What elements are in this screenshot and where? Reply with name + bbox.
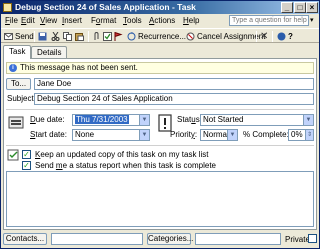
menu-insert[interactable]: Insert [62, 16, 82, 25]
bottom-bar: Contacts... Categories... Private [1, 231, 319, 248]
categories-field[interactable] [195, 233, 281, 245]
cut-button[interactable] [51, 31, 62, 42]
tab-task[interactable]: Task [3, 45, 32, 59]
priority-label: Priority: [170, 130, 198, 139]
assign-task-button[interactable] [103, 31, 114, 42]
status-select[interactable]: Not Started ▼ [200, 114, 314, 126]
start-date-value: None [75, 130, 95, 139]
priority-select[interactable]: Normal ▼ [200, 129, 238, 141]
due-date-value: Thu 7/31/2003 [75, 115, 129, 124]
menu-edit[interactable]: Edit [21, 16, 35, 25]
keep-copy-label: Keep an updated copy of this task on my … [35, 150, 209, 159]
close-button[interactable]: × [306, 2, 318, 13]
subject-label: Subject: [7, 94, 36, 103]
save-button[interactable] [38, 31, 49, 42]
flag-icon [114, 32, 123, 41]
follow-up-button[interactable] [114, 31, 125, 42]
toolbar-separator [272, 31, 273, 42]
to-button[interactable]: To... [6, 78, 31, 90]
task-request-icon [7, 149, 19, 161]
status-value: Not Started [203, 115, 244, 124]
toolbar-separator [34, 31, 35, 42]
recurrence-label: Recurrence... [138, 32, 187, 41]
menu-help[interactable]: Help [183, 16, 199, 25]
send-label: Send [15, 32, 34, 41]
due-date-field[interactable]: Thu 7/31/2003 ▼ [72, 114, 150, 126]
copy-icon [63, 32, 72, 41]
contacts-button[interactable]: Contacts... [3, 233, 47, 245]
notes-textarea[interactable] [6, 171, 314, 227]
menu-actions[interactable]: Actions [149, 16, 175, 25]
toolbar-separator [256, 31, 257, 42]
assign-task-icon [103, 32, 112, 41]
to-field[interactable]: Jane Doe [34, 78, 314, 90]
recurrence-icon [127, 32, 136, 41]
percent-complete-label: % Complete: [243, 130, 289, 139]
status-dropdown-icon[interactable]: ▼ [303, 115, 313, 125]
task-clipboard-icon [8, 116, 24, 129]
recurrence-button[interactable]: Recurrence... [127, 31, 186, 42]
paperclip-icon [94, 32, 99, 40]
keep-copy-checkbox[interactable]: ✓ [22, 150, 31, 159]
info-message: This message has not been sent. [20, 63, 138, 72]
status-label: Status: [177, 115, 202, 124]
info-icon: i [9, 64, 17, 72]
menu-format[interactable]: Format [91, 16, 116, 25]
help-search-input[interactable]: Type a question for help [229, 15, 309, 26]
private-checkbox[interactable] [308, 234, 317, 243]
status-report-checkbox[interactable]: ✓ [22, 161, 31, 170]
percent-complete-spinner-icon[interactable]: ⇕ [305, 130, 313, 140]
paste-icon [75, 33, 84, 41]
percent-complete-value: 0% [291, 130, 303, 139]
categories-button[interactable]: Categories... [147, 233, 193, 245]
toolbar-separator [88, 31, 89, 42]
paste-button[interactable] [75, 31, 86, 42]
divider [6, 145, 314, 146]
minimize-button[interactable]: _ [281, 2, 293, 13]
subject-field[interactable]: Debug Section 24 of Sales Application [34, 93, 314, 105]
toolbar: Send Recurrence... Cancel Assignment ✕ ? [1, 28, 319, 43]
send-icon [4, 33, 13, 40]
send-button[interactable]: Send [4, 31, 34, 42]
task-panel: i This message has not been sent. To... … [3, 58, 317, 230]
delete-button[interactable]: ✕ [260, 31, 268, 42]
priority-value: Normal [203, 130, 229, 139]
attach-button[interactable] [92, 31, 103, 42]
help-button[interactable]: ? [277, 31, 293, 42]
help-button-label: ? [288, 32, 293, 41]
maximize-button[interactable]: □ [294, 2, 306, 13]
menu-tools[interactable]: Tools [123, 16, 142, 25]
tab-details[interactable]: Details [31, 46, 68, 58]
due-date-dropdown-icon[interactable]: ▼ [139, 115, 149, 125]
private-label: Private [285, 235, 310, 244]
task-app-icon [3, 3, 12, 12]
contacts-field[interactable] [51, 233, 143, 245]
start-date-label: Start date: [30, 130, 67, 139]
menu-bar: File Edit View Insert Format Tools Actio… [1, 15, 319, 27]
task-window: Debug Section 24 of Sales Application - … [0, 0, 320, 249]
start-date-field[interactable]: None ▼ [72, 129, 150, 141]
cancel-assignment-icon [186, 32, 195, 41]
divider [6, 109, 314, 110]
help-icon [277, 32, 286, 41]
title-bar[interactable]: Debug Section 24 of Sales Application - … [1, 1, 319, 14]
cancel-assignment-button[interactable]: Cancel Assignment [186, 31, 265, 42]
copy-button[interactable] [63, 31, 74, 42]
due-date-label: Due date: [30, 115, 65, 124]
info-bar: i This message has not been sent. [6, 62, 314, 74]
cut-icon [51, 32, 60, 41]
status-report-label: Send me a status report when this task i… [35, 161, 216, 170]
window-title: Debug Section 24 of Sales Application - … [15, 2, 196, 12]
help-dropdown-arrow-icon[interactable]: ▾ [310, 16, 314, 24]
start-date-dropdown-icon[interactable]: ▼ [139, 130, 149, 140]
priority-dropdown-icon[interactable]: ▼ [227, 130, 237, 140]
percent-complete-field[interactable]: 0% ⇕ [288, 129, 314, 141]
save-icon [38, 32, 47, 41]
menu-view[interactable]: View [40, 16, 57, 25]
menu-file[interactable]: File [5, 16, 18, 25]
